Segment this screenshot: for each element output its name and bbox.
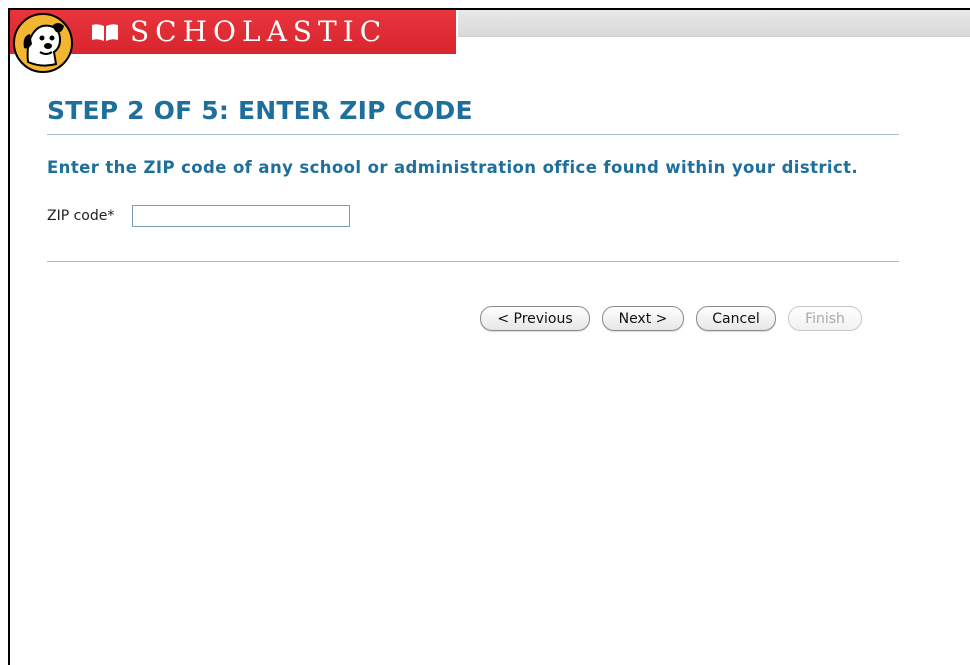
scholastic-logo[interactable]: SCHOLASTIC [10,10,456,54]
instruction-text: Enter the ZIP code of any school or admi… [47,158,859,177]
open-book-icon [92,24,118,41]
brand-wordmark: SCHOLASTIC [130,15,388,48]
cancel-button[interactable]: Cancel [696,306,776,331]
wizard-panel: STEP 2 OF 5: ENTER ZIP CODE Enter the ZI… [47,88,899,262]
title-divider [47,134,899,135]
header-bar: SCHOLASTIC [10,10,970,73]
page-title: STEP 2 OF 5: ENTER ZIP CODE [47,96,473,125]
form-divider [47,261,899,262]
finish-button: Finish [788,306,862,331]
clifford-dog-icon [13,13,73,73]
zip-code-input[interactable] [132,205,350,227]
header-strip [458,10,970,37]
zip-code-label: ZIP code* [47,208,115,224]
zip-form-row: ZIP code* [47,203,899,229]
next-button[interactable]: Next > [602,306,684,331]
app-window: SCHOLASTIC STEP 2 OF 5: ENTER ZIP CODE E… [8,8,970,665]
previous-button[interactable]: < Previous [480,306,590,331]
